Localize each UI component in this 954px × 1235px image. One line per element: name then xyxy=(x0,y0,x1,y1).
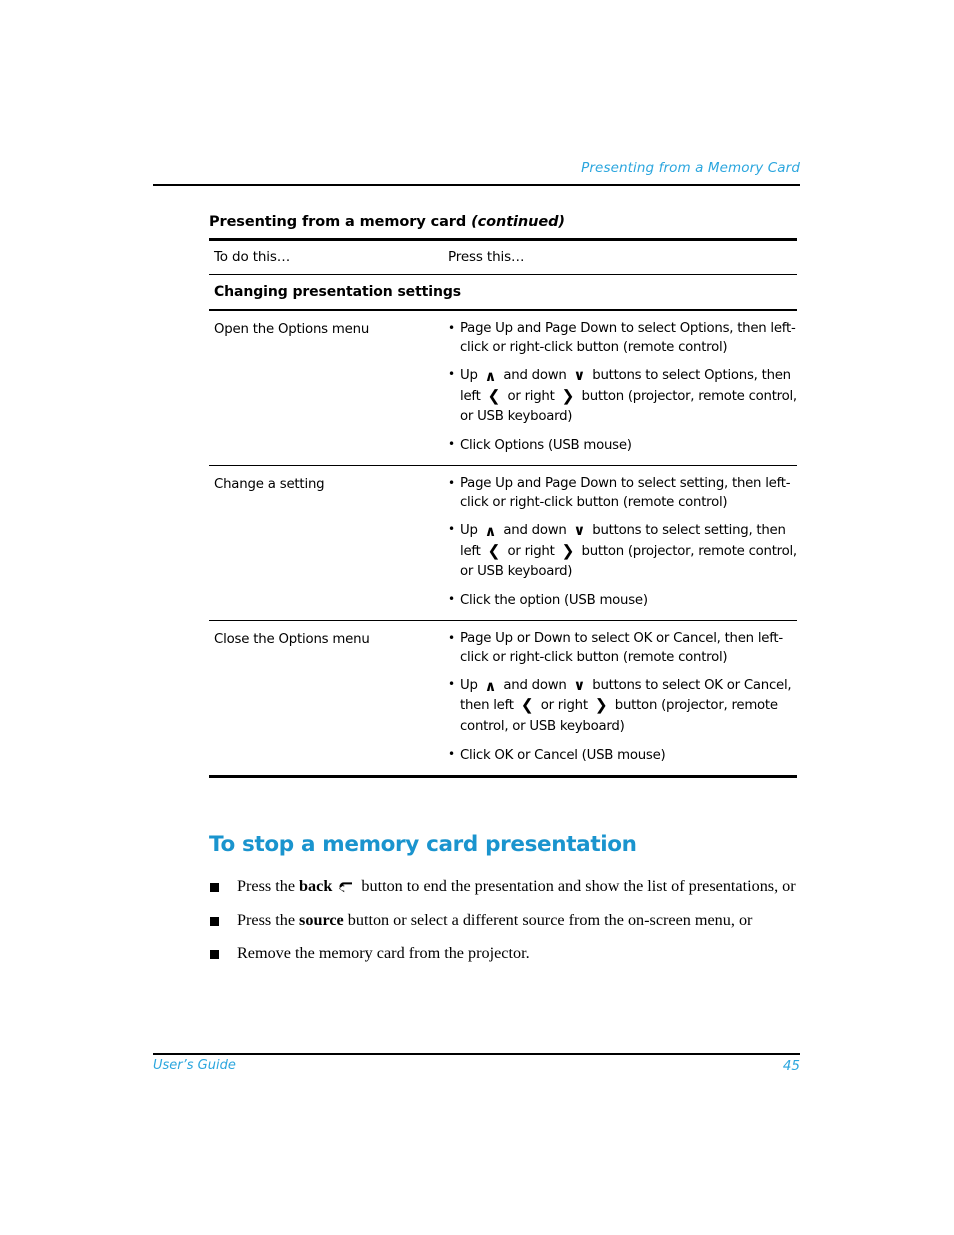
table-column-header-row: To do this… Press this… xyxy=(209,241,797,274)
text-run: or right xyxy=(536,698,592,714)
header-rule xyxy=(153,184,800,186)
running-header: Presenting from a Memory Card xyxy=(581,160,800,176)
action-bullet-list: Page Up and Page Down to select setting,… xyxy=(448,475,797,610)
back-arrow-icon xyxy=(337,878,353,893)
table-section-heading: Changing presentation settings xyxy=(214,283,461,300)
footer-rule xyxy=(153,1053,800,1055)
table-cell-actions: Page Up or Down to select OK or Cancel, … xyxy=(445,630,797,765)
text-run: Press the xyxy=(237,877,300,895)
action-bullet-item: Up ∧ and down ∨ buttons to select Option… xyxy=(448,365,797,428)
table-title: Presenting from a memory card (continued… xyxy=(209,214,797,238)
action-bullet-item: Click the option (USB mouse) xyxy=(448,591,797,610)
page-footer: User’s Guide 45 xyxy=(153,1058,800,1074)
text-run: Page Up or Down to select OK or Cancel, … xyxy=(460,631,783,665)
action-bullet-item: Page Up and Page Down to select setting,… xyxy=(448,475,797,512)
table-title-continued: (continued) xyxy=(471,214,565,230)
list-item: Press the back button to end the present… xyxy=(209,876,799,898)
text-run: and down xyxy=(499,522,571,538)
action-bullet-item: Click Options (USB mouse) xyxy=(448,436,797,455)
text-run: Up xyxy=(460,522,482,538)
table-row: Change a setting Page Up and Page Down to… xyxy=(209,466,797,620)
text-run: button or select a different source from… xyxy=(343,910,753,929)
table-title-main: Presenting from a memory card xyxy=(209,214,472,230)
text-run: Up xyxy=(460,677,482,693)
action-bullet-item: Up ∧ and down ∨ buttons to select OK or … xyxy=(448,675,797,738)
table-cell-task: Change a setting xyxy=(214,477,325,493)
text-run: Page Up and Page Down to select Options,… xyxy=(460,321,796,355)
text-run: Click the option (USB mouse) xyxy=(460,592,648,608)
table-cell-actions: Page Up and Page Down to select Options,… xyxy=(445,320,797,455)
text-run: Click OK or Cancel (USB mouse) xyxy=(460,747,666,763)
action-bullet-item: Page Up and Page Down to select Options,… xyxy=(448,320,797,357)
list-item: Remove the memory card from the projecto… xyxy=(209,943,799,965)
stop-presentation-list: Press the back button to end the present… xyxy=(209,876,799,965)
action-bullet-list: Page Up or Down to select OK or Cancel, … xyxy=(448,630,797,765)
action-bullet-item: Up ∧ and down ∨ buttons to select settin… xyxy=(448,520,797,583)
emphasis-text: source xyxy=(299,910,344,929)
column-header-to-do-this: To do this… xyxy=(214,248,291,265)
text-run: or right xyxy=(503,388,559,404)
text-run: button to end the presentation and show … xyxy=(357,877,796,895)
action-bullet-item: Click OK or Cancel (USB mouse) xyxy=(448,746,797,765)
table-body: Open the Options menu Page Up and Page Do… xyxy=(209,311,797,778)
emphasis-text: back xyxy=(299,877,333,895)
table-row: Open the Options menu Page Up and Page Do… xyxy=(209,311,797,465)
table-cell-task: Close the Options menu xyxy=(214,632,370,648)
footer-page-number: 45 xyxy=(782,1058,800,1074)
table-bottom-rule xyxy=(209,775,797,778)
page-section-heading: To stop a memory card presentation xyxy=(209,832,637,857)
text-run: Remove the memory card from the projecto… xyxy=(237,944,530,963)
text-run: or right xyxy=(503,543,559,559)
document-page: Presenting from a Memory Card Presenting… xyxy=(0,0,954,1235)
text-run: and down xyxy=(499,367,571,383)
table-cell-task: Open the Options menu xyxy=(214,322,370,338)
table-cell-actions: Page Up and Page Down to select setting,… xyxy=(445,475,797,610)
action-bullet-item: Page Up or Down to select OK or Cancel, … xyxy=(448,630,797,667)
list-item: Press the source button or select a diff… xyxy=(209,910,799,932)
text-run: Page Up and Page Down to select setting,… xyxy=(460,476,791,510)
table-row: Close the Options menu Page Up or Down to… xyxy=(209,621,797,775)
footer-guide-label: User’s Guide xyxy=(153,1058,236,1073)
text-run: and down xyxy=(499,677,571,693)
text-run: Up xyxy=(460,367,482,383)
text-run: Click Options (USB mouse) xyxy=(460,437,632,453)
column-header-press-this: Press this… xyxy=(448,248,525,265)
text-run: Press the xyxy=(237,910,300,929)
action-bullet-list: Page Up and Page Down to select Options,… xyxy=(448,320,797,455)
presenting-table: Presenting from a memory card (continued… xyxy=(209,214,797,778)
